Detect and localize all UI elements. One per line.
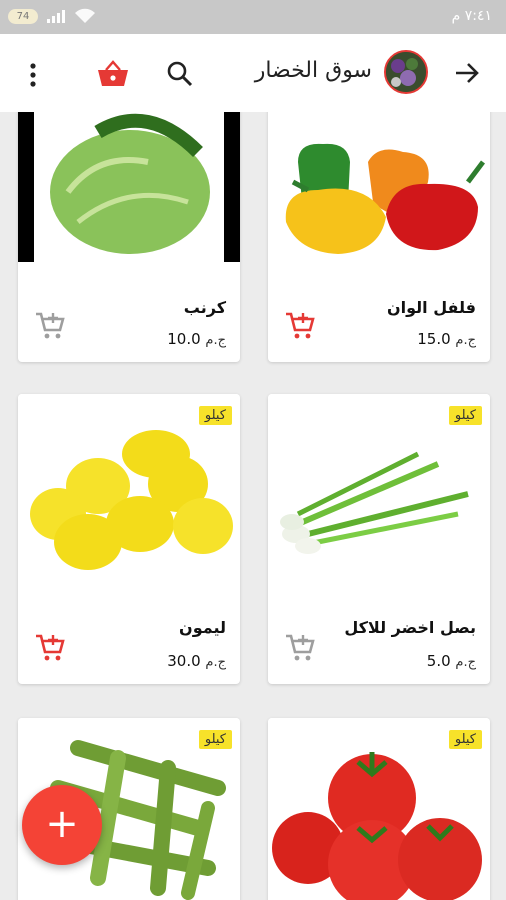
price-currency: ج.م	[205, 655, 226, 670]
product-grid: فلفل الوان 15.0 ج.م كرنب 10.0 ج.م كيلو ب…	[0, 112, 506, 900]
status-bar: 74 ٧:٤١ م	[0, 0, 506, 34]
product-name: ليمون	[179, 618, 226, 637]
product-card[interactable]: كرنب 10.0 ج.م	[18, 112, 240, 362]
product-price: 5.0 ج.م	[427, 652, 476, 670]
price-value: 15.0	[417, 330, 451, 348]
unit-badge: كيلو	[448, 730, 482, 749]
page-title: سوق الخضار	[254, 58, 372, 83]
product-price: 15.0 ج.م	[417, 330, 476, 348]
add-to-cart-icon[interactable]	[284, 632, 316, 664]
product-card[interactable]: كيلو ليمون 30.0 ج.م	[18, 394, 240, 684]
unit-badge: كيلو	[198, 406, 232, 425]
signal-icon	[47, 10, 65, 23]
status-icons: 74	[8, 8, 96, 24]
add-to-cart-icon[interactable]	[34, 310, 66, 342]
price-value: 30.0	[167, 652, 201, 670]
product-card[interactable]: كيلو بصل اخضر للاكل 5.0 ج.م	[268, 394, 490, 684]
wifi-icon	[75, 8, 95, 23]
product-card[interactable]: فلفل الوان 15.0 ج.م	[268, 112, 490, 362]
more-vert-icon[interactable]	[26, 62, 40, 88]
vegetables-avatar-icon	[386, 52, 426, 92]
add-fab-button[interactable]: +	[22, 785, 102, 865]
product-image	[18, 112, 240, 267]
price-currency: ج.م	[455, 333, 476, 348]
store-avatar[interactable]	[384, 50, 428, 94]
status-time: ٧:٤١ م	[451, 8, 492, 24]
product-name: فلفل الوان	[386, 298, 476, 317]
peppers-image	[285, 143, 485, 254]
unit-badge: كيلو	[448, 406, 482, 425]
arrow-forward-icon[interactable]	[454, 60, 480, 86]
price-currency: ج.م	[205, 333, 226, 348]
product-price: 30.0 ج.م	[167, 652, 226, 670]
product-name: بصل اخضر للاكل	[344, 618, 476, 637]
battery-icon: 74	[8, 8, 38, 24]
app-bar: سوق الخضار	[0, 34, 506, 112]
product-image	[268, 112, 490, 267]
price-value: 5.0	[426, 652, 451, 670]
add-to-cart-icon[interactable]	[34, 632, 66, 664]
cabbage-image	[18, 112, 240, 262]
unit-badge: كيلو	[198, 730, 232, 749]
basket-icon[interactable]	[96, 60, 130, 88]
add-to-cart-icon[interactable]	[284, 310, 316, 342]
search-icon[interactable]	[166, 60, 194, 88]
product-price: 10.0 ج.م	[167, 330, 226, 348]
price-value: 10.0	[167, 330, 201, 348]
product-name: كرنب	[183, 298, 226, 317]
product-card[interactable]: كيلو	[268, 718, 490, 900]
price-currency: ج.م	[455, 655, 476, 670]
